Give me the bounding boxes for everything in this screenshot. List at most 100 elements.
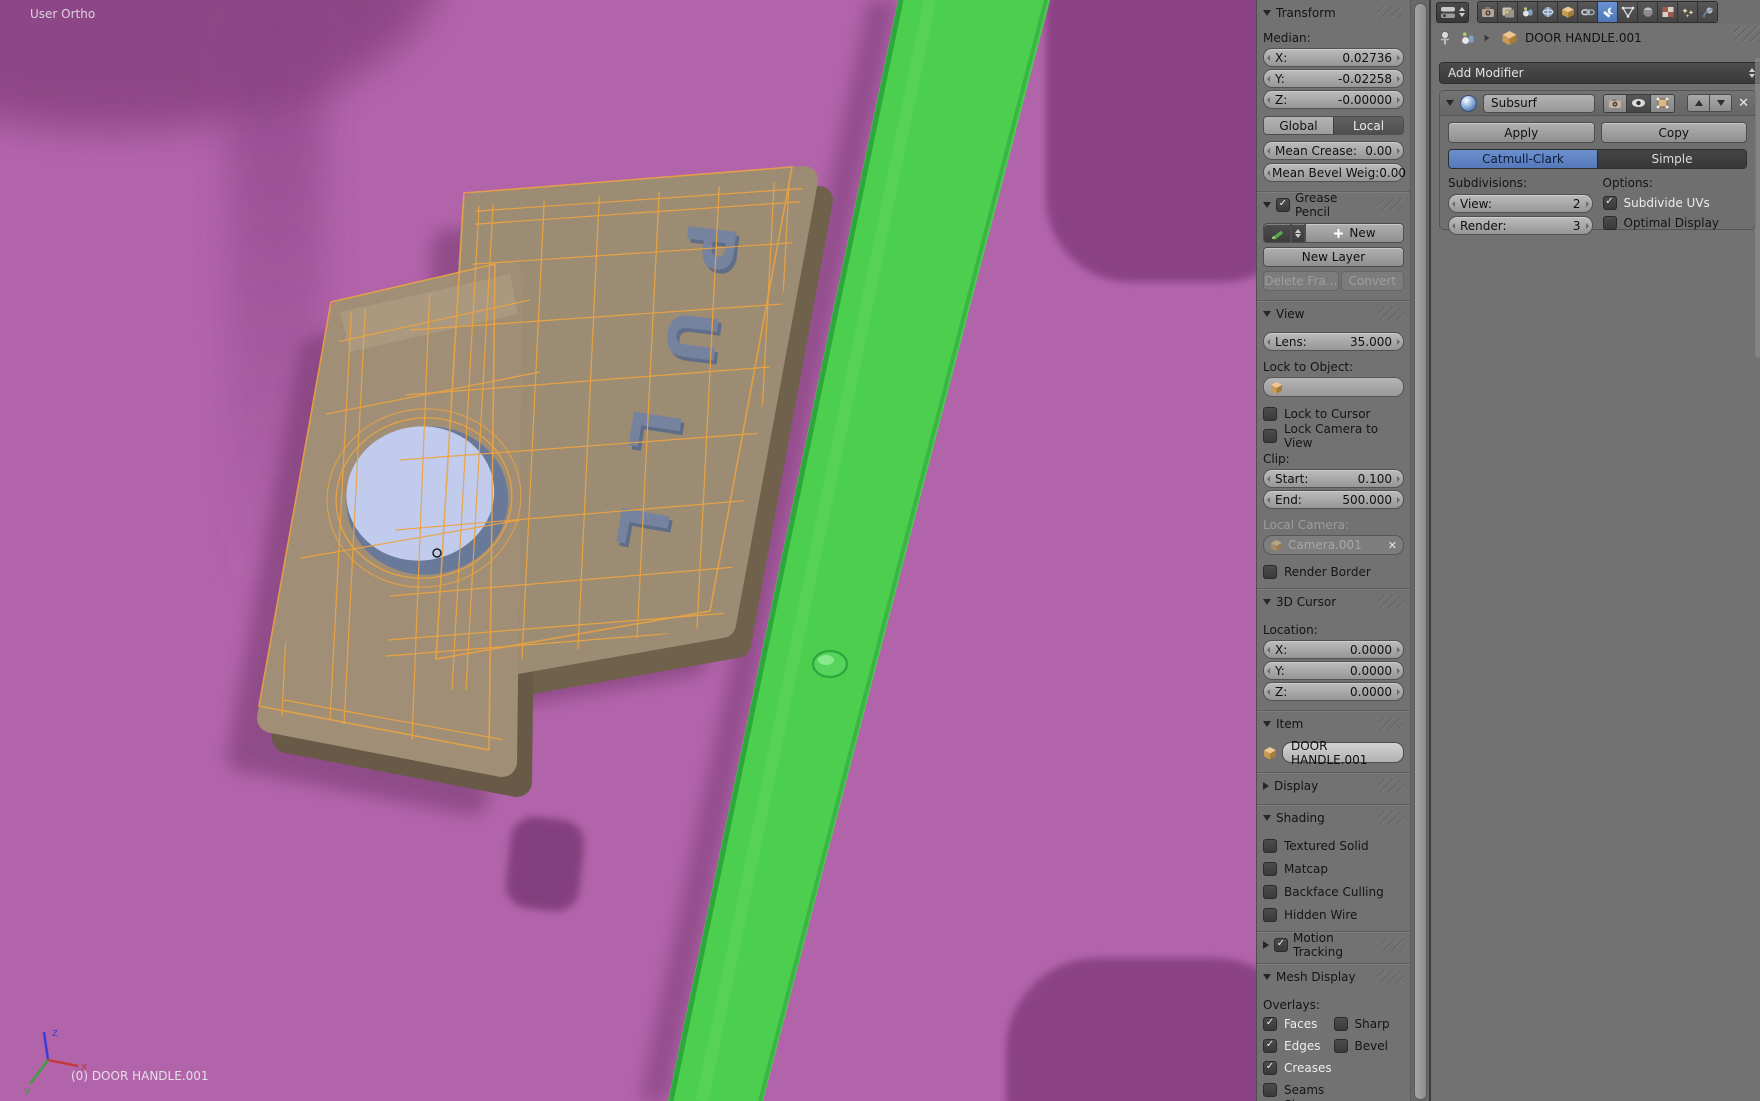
tab-scene[interactable]	[1517, 2, 1537, 22]
cursor-z-field[interactable]: Z: 0.0000	[1263, 682, 1404, 701]
collapsed-arrow-icon	[1263, 940, 1269, 949]
panel-grease-pencil-header[interactable]: Grease Pencil	[1263, 191, 1404, 219]
modifier-name-field[interactable]: Subsurf	[1483, 93, 1595, 113]
add-modifier-dropdown[interactable]: Add Modifier	[1439, 62, 1760, 84]
mean-bevel-weight-field[interactable]: Mean Bevel Weig: 0.00	[1263, 163, 1406, 182]
tab-material[interactable]	[1637, 2, 1657, 22]
simple-option[interactable]: Simple	[1597, 150, 1746, 168]
apply-button[interactable]: Apply	[1448, 122, 1595, 143]
creases-checkbox[interactable]	[1263, 1060, 1277, 1075]
draw-mode-stepper[interactable]	[1291, 223, 1305, 243]
motion-tracking-checkbox[interactable]	[1274, 937, 1288, 952]
lock-to-object-field[interactable]	[1263, 377, 1404, 397]
backface-culling-checkbox[interactable]	[1263, 884, 1277, 899]
local-camera-field[interactable]: Camera.001 ✕	[1263, 535, 1404, 555]
expand-arrow-icon	[1263, 720, 1271, 727]
cursor-x-field[interactable]: X: 0.0000	[1263, 640, 1404, 659]
tab-modifiers[interactable]	[1597, 2, 1617, 22]
grease-pencil-new-button[interactable]: New	[1305, 223, 1404, 243]
editor-type-stepper[interactable]	[1459, 7, 1465, 17]
panel-grip[interactable]	[1381, 938, 1404, 951]
panel-grip[interactable]	[1378, 6, 1404, 19]
editor-corner-grip[interactable]	[1734, 26, 1760, 42]
optimal-display-checkbox[interactable]	[1602, 215, 1617, 230]
copy-button[interactable]: Copy	[1600, 122, 1747, 143]
tab-object[interactable]	[1557, 2, 1577, 22]
median-y-field[interactable]: Y: -0.02258	[1263, 69, 1404, 88]
3d-viewport[interactable]: P U L L P U L L User Ortho (0) DOOR HAND…	[0, 0, 1256, 1101]
svg-text:z: z	[52, 1026, 58, 1039]
shelf-scrollbar[interactable]	[1410, 0, 1429, 1101]
matcap-checkbox[interactable]	[1263, 861, 1277, 876]
modifier-expand-arrow[interactable]	[1446, 100, 1454, 106]
mean-crease-field[interactable]: Mean Crease: 0.00	[1263, 141, 1404, 160]
clip-end-field[interactable]: End: 500.000	[1263, 490, 1404, 509]
tab-particles[interactable]	[1677, 2, 1697, 22]
scrollbar-thumb[interactable]	[1414, 3, 1427, 1100]
panel-display-header[interactable]: Display	[1263, 776, 1404, 795]
lock-camera-checkbox[interactable]	[1263, 428, 1277, 443]
panel-grip[interactable]	[1378, 595, 1404, 608]
global-toggle[interactable]: Global	[1264, 117, 1333, 134]
properties-scrollbar[interactable]	[1755, 58, 1760, 358]
median-z-field[interactable]: Z: -0.00000	[1263, 90, 1404, 109]
tab-render-layers[interactable]	[1497, 2, 1517, 22]
lock-to-cursor-checkbox[interactable]	[1263, 406, 1277, 421]
edges-checkbox[interactable]	[1263, 1038, 1277, 1053]
convert-button[interactable]: Convert	[1340, 271, 1404, 291]
panel-mesh-display-header[interactable]: Mesh Display	[1263, 967, 1404, 986]
panel-view-header[interactable]: View	[1263, 304, 1404, 323]
breadcrumb-object-name[interactable]: DOOR HANDLE.001	[1525, 31, 1642, 45]
grease-pencil-checkbox[interactable]	[1276, 197, 1290, 212]
panel-grip[interactable]	[1378, 198, 1404, 211]
editor-type-button[interactable]	[1436, 1, 1469, 23]
panel-transform-header[interactable]: Transform	[1263, 3, 1404, 22]
draw-mode-icon[interactable]	[1263, 223, 1291, 243]
view-subdivisions-field[interactable]: View: 2	[1448, 194, 1593, 213]
panel-grip[interactable]	[1378, 779, 1404, 792]
panel-shading-header[interactable]: Shading	[1263, 808, 1404, 827]
tab-physics[interactable]	[1697, 2, 1717, 22]
lens-field[interactable]: Lens: 35.000	[1263, 332, 1404, 351]
clip-start-field[interactable]: Start: 0.100	[1263, 469, 1404, 488]
tab-render[interactable]	[1478, 2, 1497, 22]
median-x-field[interactable]: X: 0.02736	[1263, 48, 1404, 67]
sharp-checkbox[interactable]	[1333, 1016, 1348, 1031]
move-modifier-down-button[interactable]	[1709, 95, 1732, 111]
tab-constraints[interactable]	[1577, 2, 1597, 22]
object-name-field[interactable]: DOOR HANDLE.001	[1282, 739, 1404, 767]
textured-solid-checkbox[interactable]	[1263, 838, 1277, 853]
cursor-y-field[interactable]: Y: 0.0000	[1263, 661, 1404, 680]
panel-item-header[interactable]: Item	[1263, 714, 1404, 733]
panel-motion-tracking-header[interactable]: Motion Tracking	[1263, 931, 1404, 959]
viewport-visibility-toggle[interactable]	[1626, 94, 1651, 112]
render-visibility-toggle[interactable]	[1603, 94, 1627, 112]
pin-icon[interactable]	[1437, 30, 1453, 46]
viewport-scene: P U L L P U L L	[0, 0, 1256, 1101]
tab-object-data[interactable]	[1617, 2, 1637, 22]
scene-icon[interactable]	[1460, 30, 1477, 46]
catmull-clark-option[interactable]: Catmull-Clark	[1449, 150, 1597, 168]
panel-grip[interactable]	[1378, 811, 1404, 824]
panel-grip[interactable]	[1378, 307, 1404, 320]
local-toggle[interactable]: Local	[1333, 117, 1403, 134]
edit-mode-visibility-toggle[interactable]	[1650, 94, 1675, 112]
panel-3d-cursor-header[interactable]: 3D Cursor	[1263, 592, 1404, 611]
subdivide-uvs-checkbox[interactable]	[1602, 195, 1617, 210]
subdivision-type-enum: Catmull-Clark Simple	[1448, 149, 1747, 169]
clear-camera-icon[interactable]: ✕	[1388, 539, 1397, 552]
bevel-checkbox[interactable]	[1333, 1038, 1348, 1053]
seams-checkbox[interactable]	[1263, 1082, 1277, 1097]
delete-modifier-icon[interactable]: ✕	[1738, 96, 1749, 111]
faces-checkbox[interactable]	[1263, 1016, 1277, 1031]
panel-grip[interactable]	[1378, 717, 1404, 730]
render-border-checkbox[interactable]	[1263, 564, 1277, 579]
delete-frame-button[interactable]: Delete Fra...	[1263, 271, 1339, 291]
tab-world[interactable]	[1537, 2, 1557, 22]
hidden-wire-checkbox[interactable]	[1263, 907, 1277, 922]
move-modifier-up-button[interactable]	[1688, 95, 1710, 111]
new-layer-button[interactable]: New Layer	[1263, 247, 1404, 267]
tab-texture[interactable]	[1657, 2, 1677, 22]
render-subdivisions-field[interactable]: Render: 3	[1448, 216, 1593, 235]
panel-grip[interactable]	[1378, 970, 1404, 983]
